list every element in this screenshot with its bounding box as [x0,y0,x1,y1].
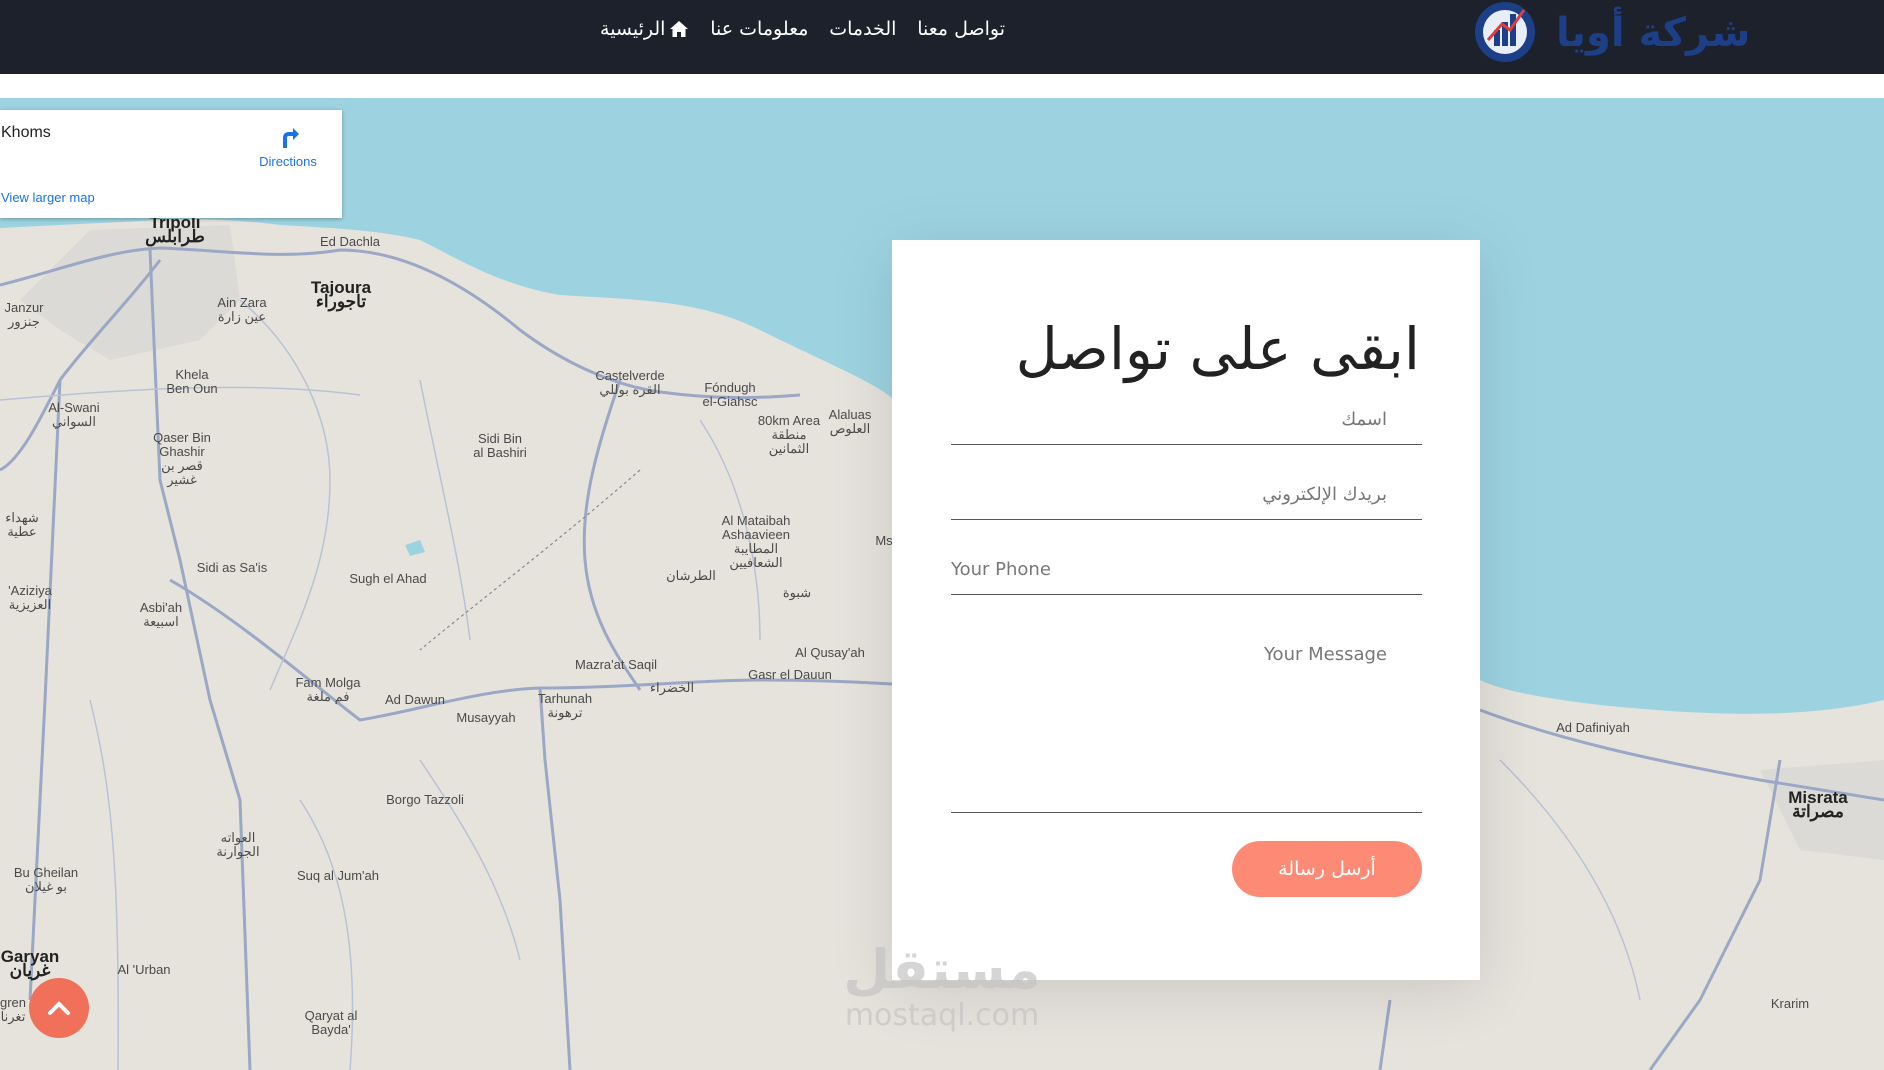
logo-text: شركة أويا [1556,10,1751,56]
map-label: الطرشان [666,568,716,583]
map-label: 80km Area منطقة الثمانين [757,413,821,456]
map-label: Sidi as Sa'is [196,560,268,575]
map-label: Tripoli طرابلس [145,213,205,246]
phone-field[interactable]: Your Phone [951,552,1422,595]
map-label: Al Mataibah Ashaavieen المطايبة الشعافيي… [721,513,791,570]
phone-placeholder: Your Phone [951,559,1051,580]
watermark-latin: mostaql.com [844,998,1040,1033]
map-label: Alaluas العلوص [828,407,872,436]
map-label: Castelverde القره بوللي [595,368,665,397]
map-label: Qaryat al Bayda' [304,1008,358,1037]
nav-link-home[interactable]: الرئيسية [600,18,689,40]
scroll-to-top-button[interactable] [29,978,89,1038]
map-label: Bu Gheilan بو غيلان [13,865,79,894]
map-label: Ain Zara عين زارة [217,295,267,324]
map-label: Musayyah [456,710,516,725]
nav-link-contact[interactable]: تواصل معنا [917,18,1005,40]
message-placeholder: Your Message [1263,644,1387,665]
map-label: Fóndugh el-Giahsc [702,380,758,409]
top-navbar: الرئيسية معلومات عنا الخدمات تواصل معنا … [0,0,1884,74]
home-icon [670,21,689,37]
map-label: Mazra'at Saqil [575,657,657,672]
nav-link-label: معلومات عنا [710,18,809,40]
map-label: Al Qusay'ah [795,645,865,660]
map-label: Ed Dachla [320,234,380,249]
logo-emblem-icon [1475,2,1535,62]
email-field[interactable]: بريدك الإلكتروني [951,477,1422,520]
map-label: Janzur جنزور [4,300,44,329]
map-label: Krarim [1770,996,1810,1011]
map-label: Ms [875,533,893,548]
map-label: Tarhunah ترهونة [537,691,593,720]
nav-link-label: الخدمات [829,18,897,40]
map-label: شهداء عطية [5,510,39,539]
map-label: Garyan غريان [0,947,60,980]
chevron-up-icon [48,1001,70,1015]
map-label: Tajoura تاجوراء [310,278,372,311]
map-info-box: Khoms Directions View larger map [0,110,342,218]
map-label: Fam Molga فم ملغة [295,675,361,704]
map-label: Al 'Urban [117,962,171,977]
map-label: Al-Swani السواني [48,400,100,429]
company-logo[interactable]: شركة أويا [1468,0,1750,68]
map-label: Ad Dawun [385,692,445,707]
map-label: Qaser Bin Ghashir قصر بن غشير [153,430,211,487]
nav-links: الرئيسية معلومات عنا الخدمات تواصل معنا [600,18,1005,40]
watermark: مستقل mostaql.com [822,940,1062,1032]
nav-link-about[interactable]: معلومات عنا [710,18,808,40]
nav-link-label: تواصل معنا [917,18,1005,40]
map-place-name: Khoms [1,124,51,141]
map-label: Misrata مصراتة [1788,788,1848,821]
map-label: الخضراء [649,680,695,695]
map-label: Sidi Bin al Bashiri [473,431,527,460]
message-field[interactable]: Your Message [951,636,1422,813]
map-label: 'Aziziya العزيزية [8,583,52,612]
map-label: Khela Ben Oun [166,367,218,396]
name-field[interactable]: اسمك [951,402,1422,445]
map-label: Borgo Tazzoli [386,792,464,807]
header-gap [0,74,1884,98]
directions-label: Directions [259,154,317,169]
email-placeholder: بريدك الإلكتروني [1262,484,1387,505]
map-label: Ad Dafiniyah [1556,720,1630,735]
nav-link-label: الرئيسية [600,18,666,40]
watermark-arabic: مستقل [843,938,1041,1001]
map-label: Sugh el Ahad [349,571,427,586]
nav-link-services[interactable]: الخدمات [829,18,896,40]
send-message-button[interactable]: أرسل رسالة [1232,841,1422,897]
map-directions-button[interactable]: Directions [256,124,320,169]
map-label: Suq al Jum'ah [297,868,379,883]
view-larger-map-link[interactable]: View larger map [1,190,95,205]
contact-form-title: ابقى على تواصل [1015,315,1420,383]
map-label: العواته الجوارنة [216,830,260,859]
directions-icon [283,128,299,148]
map-label: gren تغرنا [0,995,27,1024]
map-label: شبوة [782,585,812,600]
map-label: Gasr el Dauun [748,667,832,682]
map-label: Asbi'ah اسبيعة [139,600,183,629]
contact-form-card: ابقى على تواصل اسمك بريدك الإلكتروني You… [892,240,1480,980]
name-placeholder: اسمك [1341,409,1387,430]
